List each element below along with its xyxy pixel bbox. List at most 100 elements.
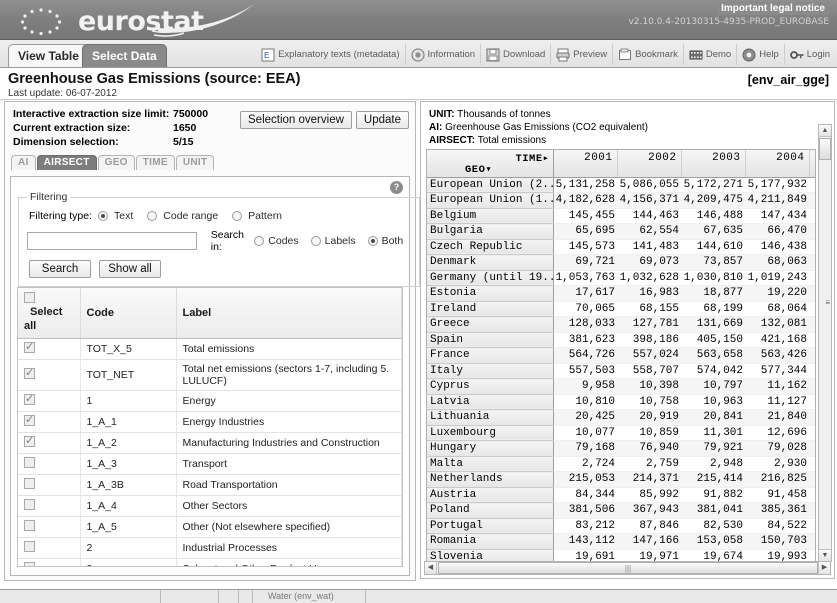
vertical-scroll-thumb[interactable] <box>819 138 831 160</box>
geo-row-header[interactable]: Netherlands <box>427 471 554 488</box>
data-row[interactable]: Hungary79,16876,94079,92179,02879,4 <box>427 440 815 457</box>
row-checkbox-cell[interactable] <box>18 338 81 360</box>
geo-row-header[interactable]: Luxembourg <box>427 425 554 441</box>
dimension-tab-geo[interactable]: GEO <box>97 155 135 170</box>
scroll-down-arrow-icon[interactable]: ▼ <box>819 549 831 561</box>
radio-search-labels[interactable] <box>310 236 321 246</box>
geo-row-header[interactable]: Latvia <box>427 394 554 410</box>
geo-row-header[interactable]: Estonia <box>427 285 554 302</box>
tab-select-data[interactable]: Select Data <box>82 44 167 67</box>
geo-row-header[interactable]: Czech Republic <box>427 239 554 255</box>
row-checkbox-cell[interactable] <box>18 495 81 517</box>
radio-filter-pattern[interactable] <box>232 211 243 221</box>
toolbar-item-bookmark[interactable]: Bookmark <box>613 44 684 65</box>
geo-row-header[interactable]: Denmark <box>427 254 554 271</box>
data-row[interactable]: Germany (until 19... 1,053,763 1,032,628 1,… <box>427 270 815 286</box>
scroll-right-arrow-icon[interactable]: ▶ <box>818 562 830 574</box>
data-row[interactable]: Cyprus9,95810,39810,79711,16211,0 <box>427 378 815 395</box>
geo-row-header[interactable]: Belgium <box>427 208 554 224</box>
year-column-header[interactable]: 2002 <box>617 150 682 178</box>
data-vertical-scrollbar[interactable]: ▲ ▼ <box>818 124 832 562</box>
dimension-tab-unit[interactable]: UNIT <box>175 155 215 170</box>
data-row[interactable]: Netherlands215,053214,371215,414216,8252… <box>427 471 815 488</box>
data-row[interactable]: France564,726557,024563,658563,426567,1 <box>427 347 815 364</box>
row-checkbox-cell[interactable] <box>18 516 81 538</box>
geo-row-header[interactable]: Hungary <box>427 440 554 457</box>
geo-row-header[interactable]: Ireland <box>427 301 554 317</box>
data-row[interactable]: Greece128,033127,781131,669132,081135,6 <box>427 316 815 333</box>
search-button[interactable]: Search <box>29 260 91 278</box>
geo-row-header[interactable]: Greece <box>427 316 554 333</box>
toolbar-item-login[interactable]: Login <box>785 44 835 65</box>
table-row[interactable]: 1_A_1Energy Industries <box>18 411 402 433</box>
data-row[interactable]: Spain381,623398,186405,150421,168435,4 <box>427 332 815 348</box>
time-dimension-header[interactable]: TIME▸ <box>515 152 549 165</box>
radio-search-both[interactable] <box>367 236 378 246</box>
toolbar-item-help[interactable]: Help <box>737 44 785 65</box>
geo-row-header[interactable]: Portugal <box>427 518 554 534</box>
row-checkbox[interactable] <box>24 366 35 379</box>
table-row[interactable]: TOT_NETTotal net emissions (sectors 1-7,… <box>18 359 402 391</box>
row-checkbox-cell[interactable] <box>18 474 81 496</box>
data-row[interactable]: Estonia17,61716,98318,87719,22018,5 <box>427 285 815 302</box>
data-row[interactable]: Austria84,34485,99291,88291,45892,8 <box>427 487 815 503</box>
data-row[interactable]: Portugal83,21287,84682,53084,52286,5 <box>427 518 815 534</box>
toolbar-item-metadata[interactable]: E Explanatory texts (metadata) <box>256 44 406 65</box>
table-row[interactable]: 1_A_3B Road Transportation <box>18 474 402 496</box>
geo-row-header[interactable]: France <box>427 347 554 364</box>
data-row[interactable]: Czech Republic 145,573 141,483 144,610 146,4… <box>427 239 815 255</box>
toolbar-item-download[interactable]: Download <box>481 44 552 65</box>
table-row[interactable]: 2 Industrial Processes <box>18 537 402 559</box>
update-button[interactable]: Update <box>355 111 409 129</box>
table-row[interactable]: TOT_X_5Total emissions <box>18 338 402 360</box>
row-checkbox[interactable] <box>24 520 35 531</box>
dimension-tab-time[interactable]: TIME <box>135 155 175 170</box>
table-row[interactable]: 1_A_5 Other (Not elsewhere specified) <box>18 516 402 538</box>
geo-row-header[interactable]: Spain <box>427 332 554 348</box>
tab-view-table[interactable]: View Table <box>8 44 89 67</box>
data-row[interactable]: Luxembourg10,07710,85911,30112,69612,9 <box>427 425 815 441</box>
table-row[interactable]: 1_A_3 Transport <box>18 453 402 475</box>
select-all-checkbox[interactable] <box>24 292 35 303</box>
data-row[interactable]: European Union (2... 5,131,258 5,086,055 5,… <box>427 177 815 193</box>
geo-row-header[interactable]: Malta <box>427 456 554 472</box>
row-checkbox[interactable] <box>24 478 35 489</box>
data-row[interactable]: European Union (1... 4,182,628 4,156,371 4,… <box>427 192 815 209</box>
scroll-up-arrow-icon[interactable]: ▲ <box>819 125 831 137</box>
radio-search-codes[interactable] <box>254 236 265 246</box>
row-checkbox[interactable] <box>24 499 35 510</box>
show-all-button[interactable]: Show all <box>99 260 161 278</box>
row-checkbox[interactable] <box>24 457 35 468</box>
table-row[interactable]: 1_A_2Manufacturing Industries and Constr… <box>18 432 402 454</box>
data-row[interactable]: Romania143,112147,166153,058150,703148,8 <box>427 533 815 550</box>
geo-row-header[interactable]: Bulgaria <box>427 223 554 240</box>
geo-row-header[interactable]: Germany (until 19... <box>427 270 554 286</box>
data-row[interactable]: Ireland70,06568,15568,19968,06469,3 <box>427 301 815 317</box>
data-row[interactable]: Italy557,503558,707574,042577,344574,7 <box>427 363 815 379</box>
dimension-tab-ai[interactable]: AI <box>11 155 36 170</box>
year-column-header[interactable]: 2005 <box>809 150 815 178</box>
geo-row-header[interactable]: European Union (2... <box>427 177 554 193</box>
geo-row-header[interactable]: Austria <box>427 487 554 503</box>
data-row[interactable]: Bulgaria65,69562,55467,63566,47066,3 <box>427 223 815 240</box>
table-row[interactable]: 1_A_4 Other Sectors <box>18 495 402 517</box>
search-input[interactable] <box>27 232 197 250</box>
toolbar-item-demo[interactable]: Demo <box>684 44 738 65</box>
year-column-header[interactable]: 2003 <box>681 150 746 178</box>
geo-row-header[interactable]: Romania <box>427 533 554 550</box>
data-row[interactable]: Belgium145,455144,463146,488147,434143,6 <box>427 208 815 224</box>
radio-filter-code-range[interactable] <box>147 211 158 221</box>
row-checkbox-cell[interactable] <box>18 558 81 566</box>
data-row[interactable]: Latvia10,81010,75810,96311,12711,2 <box>427 394 815 410</box>
table-row[interactable]: 3Solvent and Other Product Use <box>18 558 402 566</box>
year-column-header[interactable]: 2001 <box>553 150 618 178</box>
row-checkbox[interactable] <box>24 392 35 405</box>
geo-row-header[interactable]: Cyprus <box>427 378 554 395</box>
row-checkbox[interactable] <box>24 413 35 426</box>
row-checkbox[interactable] <box>24 541 35 552</box>
legal-notice-link[interactable]: Important legal notice <box>717 2 829 15</box>
row-checkbox[interactable] <box>24 340 35 353</box>
toolbar-item-information[interactable]: Information <box>406 44 482 65</box>
row-checkbox-cell[interactable] <box>18 432 81 454</box>
selection-overview-button[interactable]: Selection overview <box>240 111 352 129</box>
